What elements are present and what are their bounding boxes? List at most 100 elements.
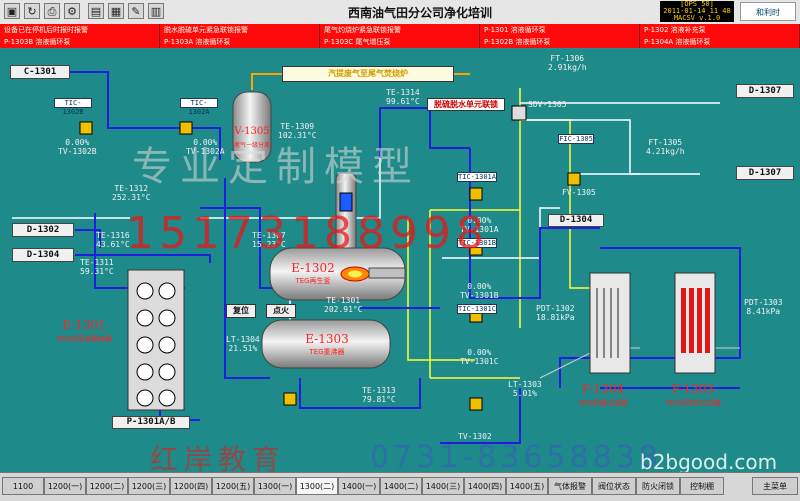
nav-button[interactable]: 控制棚	[680, 477, 724, 495]
alarm-item[interactable]: P-1303B 溶液循环泵	[0, 36, 160, 48]
settings-icon[interactable]: ✎	[128, 3, 144, 19]
instrument-tag: LT-1303 5.01%	[508, 380, 542, 398]
nav-button-active[interactable]: 1300(二)	[296, 477, 338, 495]
controller-box[interactable]: TIC-1302A	[180, 98, 218, 116]
ignite-button[interactable]: 点火	[266, 304, 296, 318]
equipment-label: F-1304	[581, 382, 625, 396]
page-title: 西南油气田分公司净化培训	[347, 6, 492, 20]
folder-icon[interactable]: ▤	[88, 3, 104, 19]
book-icon[interactable]: ▥	[148, 3, 164, 19]
alarm-item[interactable]: P-1304A 溶液循环泵	[640, 36, 800, 48]
nav-button[interactable]: 防火闭锁	[636, 477, 680, 495]
nav-button[interactable]: 1200(一)	[44, 477, 86, 495]
instrument-tag: PDT-1302 18.81kPa	[536, 304, 575, 322]
controller-box[interactable]: TIC-1301B	[457, 238, 497, 248]
stream-label: D-1307	[736, 84, 794, 98]
instrument-tag: TE-1301 202.91°C	[324, 296, 363, 314]
instrument-tag: 0.00% TV-1301B	[460, 282, 499, 300]
pipe-network	[0, 48, 800, 444]
clock-line: MACSV v.1.0	[673, 14, 721, 22]
instrument-tag: FT-1305 4.21kg/h	[646, 138, 685, 156]
reset-button[interactable]: 复位	[226, 304, 256, 318]
equipment-label: F-1303	[671, 382, 715, 396]
exhaust-banner: 汽提废气至尾气焚烧炉	[282, 66, 454, 82]
nav-button[interactable]: 1100	[2, 477, 44, 495]
process-diagram: C-1301 D-1302 D-1304 D-1307 D-1307 D-130…	[0, 48, 800, 476]
clock-display: [OPS 50] 2011-01-14 11 48 MACSV v.1.0	[660, 1, 734, 22]
toolbar: ▣ ↻ ⎙ ⚙ ▤ ▦ ✎ ▥ 西南油气田分公司净化培训 [OPS 50] 20…	[0, 0, 800, 25]
alarm-item[interactable]: 尾气灼烧炉紧急联锁报警	[320, 24, 480, 36]
interlock-banner[interactable]: 脱硫脱水单元联锁	[427, 98, 505, 111]
instrument-tag: FT-1306 2.91kg/h	[548, 54, 587, 72]
controller-box[interactable]: FIC-1305	[558, 134, 594, 144]
refresh-icon[interactable]: ↻	[24, 3, 40, 19]
alarm-item[interactable]: 脱水脱硫单元紧急联锁报警	[160, 24, 320, 36]
instrument-tag: TV-1302	[458, 432, 492, 441]
print-icon[interactable]: ⎙	[44, 3, 60, 19]
instrument-tag: FV-1305	[562, 188, 596, 197]
instrument-tag: TE-1312 252.31°C	[112, 184, 151, 202]
f1304-filter	[589, 272, 631, 374]
nav-button[interactable]: 阀位状态	[592, 477, 636, 495]
nav-button[interactable]: 主菜单	[752, 477, 798, 495]
instrument-tag: TE-1313 79.81°C	[362, 386, 396, 404]
nav-button[interactable]: 1400(二)	[380, 477, 422, 495]
instrument-tag: 0.00% TV-1301C	[460, 348, 499, 366]
equipment-desc: TEG重沸器	[309, 348, 345, 356]
regenerator-column	[335, 172, 357, 254]
nav-button[interactable]: 1200(五)	[212, 477, 254, 495]
nav-button[interactable]: 1300(一)	[254, 477, 296, 495]
nav-button[interactable]: 1400(三)	[422, 477, 464, 495]
controller-box[interactable]: TIC-1302B	[54, 98, 92, 116]
column-packing	[339, 192, 353, 212]
alarm-item[interactable]: P-1301 溶液循环泵	[480, 24, 640, 36]
instrument-tag: TE-1309 102.31°C	[278, 122, 317, 140]
nav-button[interactable]: 1200(四)	[170, 477, 212, 495]
stream-label: D-1304	[12, 248, 74, 262]
equipment-desc: TEG再生釜	[295, 277, 331, 285]
instrument-tag: TE-1316 43.61°C	[96, 231, 130, 249]
alarm-bar: 设备已在停机后时报时报警 脱水脱硫单元紧急联锁报警 尾气灼烧炉紧急联锁报警 P-…	[0, 24, 800, 48]
alarm-item[interactable]: P-1303A 溶液循环泵	[160, 36, 320, 48]
equipment-desc: TEG活性炭过滤器	[664, 399, 722, 407]
nav-button[interactable]: 1400(五)	[506, 477, 548, 495]
stream-label: C-1301	[10, 65, 70, 79]
instrument-tag: TE-1307 15.23°C	[252, 231, 286, 249]
nav-button[interactable]: 气体报警	[548, 477, 592, 495]
instrument-tag: SDV-1305	[528, 100, 567, 109]
document-icon[interactable]: ▦	[108, 3, 124, 19]
nav-button[interactable]: 1400(一)	[338, 477, 380, 495]
controller-box[interactable]: TIC-1301C	[457, 304, 497, 314]
nav-button[interactable]: 1200(二)	[86, 477, 128, 495]
stream-label: D-1302	[12, 223, 74, 237]
alarm-item[interactable]: P-1303C 尾气增压泵	[320, 36, 480, 48]
equipment-desc: TEG机械过滤器	[578, 399, 628, 407]
equipment-desc: TEG贫富液换热器	[55, 335, 113, 343]
controller-box[interactable]: TIC-1301A	[457, 172, 497, 182]
equipment-desc: 尾气一级分离	[233, 142, 270, 149]
instrument-tag: TE-1314 99.61°C	[386, 88, 420, 106]
bottom-nav: 1100 1200(一) 1200(二) 1200(三) 1200(四) 120…	[0, 472, 800, 501]
company-logo: 和利时	[740, 2, 796, 21]
alarm-item[interactable]: P-1302 溶液补充泵	[640, 24, 800, 36]
equipment-label: E-1301	[62, 318, 106, 332]
equipment-label: V-1305	[234, 126, 270, 137]
alarm-item[interactable]: 设备已在停机后时报时报警	[0, 24, 160, 36]
equipment-label: E-1303	[305, 332, 349, 346]
instrument-tag: PDT-1303 8.41kPa	[744, 298, 783, 316]
tools-icon[interactable]: ⚙	[64, 3, 80, 19]
stream-label: D-1307	[736, 166, 794, 180]
stream-label: P-1301A/B	[112, 416, 190, 429]
instrument-tag: TE-1311 59.31°C	[80, 258, 114, 276]
nav-button[interactable]: 1200(三)	[128, 477, 170, 495]
equipment-label: E-1302	[291, 261, 335, 275]
alarm-item[interactable]: P-1302B 溶液循环泵	[480, 36, 640, 48]
instrument-tag: LT-1304 21.51%	[226, 335, 260, 353]
instrument-tag: 0.00% TV-1302B	[58, 138, 97, 156]
instrument-tag: 0.00% TV-1302A	[186, 138, 225, 156]
display-icon[interactable]: ▣	[4, 3, 20, 19]
stream-label: D-1304	[548, 214, 604, 227]
instrument-tag: 0.00% TV-1301A	[460, 216, 499, 234]
nav-button[interactable]: 1400(四)	[464, 477, 506, 495]
e1301-exchanger	[127, 269, 185, 411]
